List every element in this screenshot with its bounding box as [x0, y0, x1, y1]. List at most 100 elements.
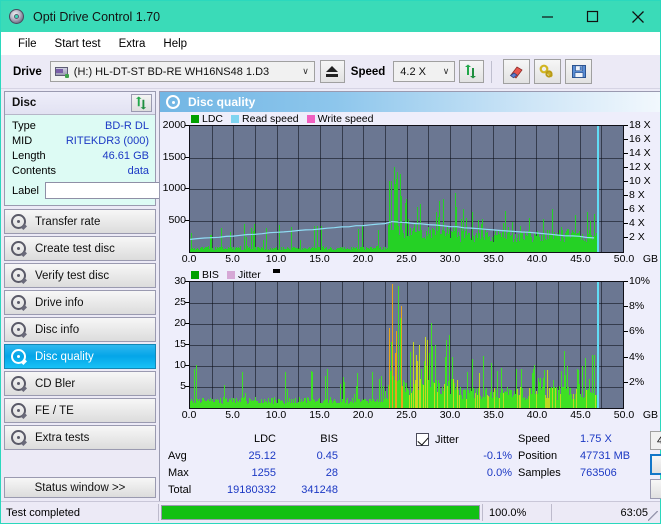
- speed-select[interactable]: 4.2 X ∨: [393, 61, 456, 82]
- axis-tick-label: 500: [168, 213, 186, 226]
- maximize-button[interactable]: [570, 1, 615, 32]
- jitter-avg-value: -0.1%: [483, 450, 512, 462]
- axis-tick: [624, 281, 628, 282]
- axis-tick-label: 10.0: [265, 253, 287, 265]
- sidebar-item-verify-test-disc[interactable]: Verify test disc: [4, 263, 156, 288]
- sidebar-item-extra-tests[interactable]: Extra tests: [4, 425, 156, 450]
- jitter-header: Jitter: [402, 431, 518, 448]
- main-panel: Disc quality LDC Read speed Write speed …: [159, 91, 661, 501]
- jitter-checkbox[interactable]: [416, 433, 429, 446]
- resize-grip-icon[interactable]: [648, 511, 658, 521]
- erase-button[interactable]: [503, 59, 531, 84]
- position-row: Position 47731 MB: [518, 448, 650, 465]
- start-full-button[interactable]: Start full: [650, 454, 661, 475]
- save-button[interactable]: [565, 59, 593, 84]
- axis-tick-label: 14 X: [629, 147, 651, 159]
- disc-row-length: Length 46.61 GB: [12, 148, 149, 163]
- disc-icon: [11, 322, 27, 338]
- axis-tick: [624, 139, 628, 140]
- axis-tick: [624, 381, 628, 383]
- disc-panel-title: Disc: [12, 97, 37, 109]
- test-speed-select[interactable]: 4.2 X ∨: [650, 431, 661, 451]
- axis-tick-label: 18 X: [629, 119, 651, 131]
- stats-row-avg-ldc: 25.12: [248, 450, 276, 462]
- axis-tick-label: 45.0: [570, 409, 591, 421]
- disc-row-mid-label: MID: [12, 134, 33, 147]
- title-bar: Opti Drive Control 1.70: [1, 1, 660, 32]
- sidebar-item-disc-quality[interactable]: Disc quality: [4, 344, 156, 369]
- axis-tick-label: 1000: [162, 182, 186, 194]
- axis-tick: [624, 167, 628, 168]
- charts-area: LDC Read speed Write speed 500 1000 1500 20…: [160, 112, 660, 427]
- legend-swatch: [231, 114, 240, 123]
- sidebar-item-label: Disc quality: [35, 350, 94, 363]
- sidebar-item-fe-te[interactable]: FE / TE: [4, 398, 156, 423]
- chevron-down-icon: ∨: [442, 66, 450, 76]
- progress-percent: 100.0%: [489, 506, 527, 519]
- disc-row-length-label: Length: [12, 149, 46, 162]
- legend-swatch: [191, 114, 199, 123]
- disc-refresh-button[interactable]: [131, 94, 152, 112]
- position-value: 47731 MB: [580, 450, 631, 462]
- menu-help[interactable]: Help: [154, 35, 196, 53]
- stats-row-max-label: Max: [168, 467, 189, 479]
- disc-icon: [11, 295, 27, 311]
- chart-bar: [194, 368, 195, 408]
- legend-label: Jitter: [237, 268, 261, 281]
- chart-bis-plot[interactable]: [189, 281, 624, 409]
- eject-icon: [326, 66, 339, 72]
- axis-tick-label: 0.0: [181, 409, 197, 421]
- progress-bar: [161, 505, 480, 520]
- drive-label: Drive: [13, 65, 42, 78]
- sidebar-item-drive-info[interactable]: Drive info: [4, 290, 156, 315]
- menu-start-test[interactable]: Start test: [46, 35, 110, 53]
- chart-ldc-plot[interactable]: [189, 125, 624, 253]
- sidebar-item-create-test-disc[interactable]: Create test disc: [4, 236, 156, 261]
- chart-bis-legend: BIS Jitter: [160, 268, 660, 281]
- main-panel-title: Disc quality: [188, 95, 256, 109]
- menu-file[interactable]: File: [9, 35, 46, 53]
- sidebar-item-label: Extra tests: [35, 431, 90, 444]
- drive-select[interactable]: (H:) HL-DT-ST BD-RE WH16NS48 1.D3 ∨: [49, 61, 315, 82]
- stats-panel: LDC BIS Avg 25.12 0.45 Max 1255 28 Total…: [160, 427, 661, 501]
- stats-row-total-label: Total: [168, 484, 192, 496]
- eject-button[interactable]: [319, 60, 345, 83]
- refresh-button[interactable]: [459, 60, 485, 83]
- axis-tick-label: 1500: [162, 150, 186, 163]
- axis-tick-label: 20.0: [352, 253, 374, 265]
- sidebar-item-cd-bler[interactable]: CD Bler: [4, 371, 156, 396]
- axis-tick-label: 2 X: [629, 231, 645, 243]
- grid-line: [190, 303, 623, 304]
- speed-label: Speed: [350, 65, 386, 78]
- axis-tick-label: 10 X: [629, 175, 651, 187]
- disc-icon: [11, 430, 27, 446]
- sidebar-item-label: Disc info: [35, 323, 80, 336]
- axis-tick-label: 2000: [162, 119, 186, 131]
- axis-tick-label: 8 X: [629, 189, 645, 201]
- sidebar-item-disc-info[interactable]: Disc info: [4, 317, 156, 342]
- menu-extra[interactable]: Extra: [110, 35, 155, 53]
- speed-select-value: 4.2 X: [400, 65, 426, 78]
- sidebar-item-transfer-rate[interactable]: Transfer rate: [4, 209, 156, 234]
- minimize-button[interactable]: [525, 1, 570, 32]
- chart-ldc-plotwrap: 500 1000 1500 2000 2 X 4 X 6 X 8 X 10 X 12 X 14 X…: [160, 119, 660, 253]
- axis-tick-label: 35.0: [483, 409, 504, 421]
- axis-tick-label: 6%: [629, 325, 645, 338]
- samples-value: 763506: [580, 467, 617, 479]
- axis-tick-label: 4 X: [629, 217, 645, 229]
- app-window: Opti Drive Control 1.70 File Start test …: [0, 0, 661, 524]
- close-button[interactable]: [615, 1, 660, 32]
- disc-info-rows: Type BD-R DL MID RITEKDR3 (000) Length 4…: [5, 115, 253, 205]
- axis-tick-label: 50.0: [613, 253, 635, 265]
- start-part-button[interactable]: Start part: [650, 478, 661, 499]
- settings-button[interactable]: [534, 59, 562, 84]
- legend-item-read-speed: Read speed: [231, 113, 299, 125]
- status-window-button[interactable]: Status window >>: [4, 477, 156, 498]
- chart-cursor-line: [597, 126, 599, 252]
- axis-unit-label: GB: [642, 409, 658, 421]
- axis-tick-label: 5.0: [225, 253, 240, 265]
- legend-item-bis: BIS: [191, 269, 219, 281]
- axis-tick: [624, 195, 628, 196]
- progress-fill: [162, 506, 479, 519]
